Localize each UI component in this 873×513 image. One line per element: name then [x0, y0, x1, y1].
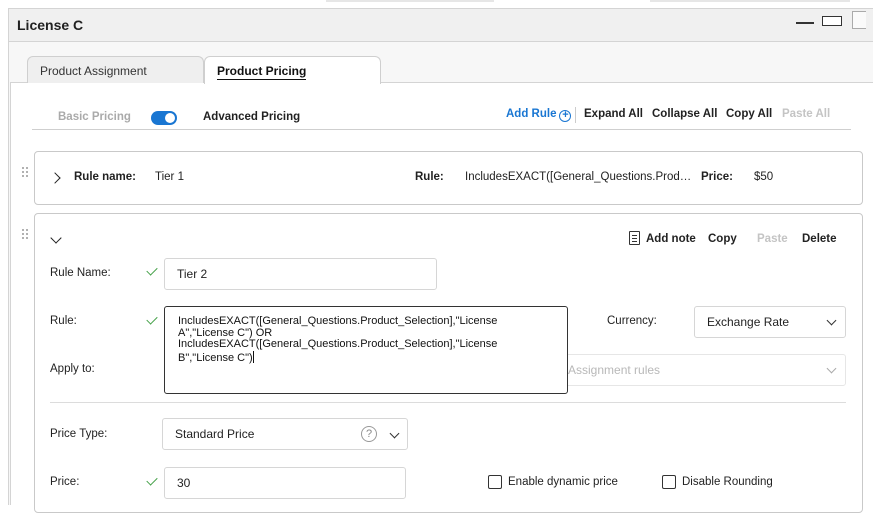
currency-select-value: Exchange Rate	[707, 315, 790, 329]
rule-label: Rule:	[50, 315, 77, 327]
expand-all-button[interactable]: Expand All	[584, 108, 643, 120]
price-label: Price:	[50, 476, 80, 488]
pricing-mode-toggle[interactable]	[151, 111, 177, 125]
maximize-icon[interactable]	[822, 16, 842, 26]
text-caret	[252, 350, 254, 363]
rule-name-value: Tier 1	[155, 171, 184, 183]
toolbar-separator	[575, 107, 576, 123]
apply-to-select[interactable]: Assignment rules	[552, 354, 846, 386]
add-circle-icon: +	[559, 110, 572, 122]
rule-name-input[interactable]: Tier 2	[164, 258, 437, 290]
copy-all-button[interactable]: Copy All	[726, 108, 772, 120]
paste-all-button[interactable]: Paste All	[782, 108, 830, 120]
tab-product-assignment[interactable]: Product Assignment	[27, 56, 204, 83]
drag-handle-icon[interactable]	[22, 229, 30, 241]
rule-name-label: Rule name:	[74, 171, 136, 183]
toggle-knob	[165, 113, 175, 123]
background-fragment	[326, 0, 494, 2]
disable-rounding-checkbox[interactable]	[662, 475, 676, 489]
section-divider	[50, 402, 846, 403]
advanced-pricing-label[interactable]: Advanced Pricing	[203, 111, 300, 123]
price-label: Price:	[701, 171, 733, 183]
currency-label: Currency:	[607, 315, 657, 327]
disable-rounding-label[interactable]: Disable Rounding	[682, 476, 773, 488]
tab-label: Product Pricing	[217, 64, 307, 80]
note-icon[interactable]	[629, 231, 640, 245]
rule-label: Rule:	[415, 171, 444, 183]
rule-expression-text: IncludesEXACT([General_Questions.Product…	[178, 315, 498, 364]
tab-label: Product Assignment	[40, 64, 147, 78]
add-rule-label: Add Rule	[506, 108, 557, 120]
delete-button[interactable]: Delete	[802, 233, 837, 245]
background-fragment	[650, 0, 850, 2]
enable-dynamic-price-checkbox[interactable]	[488, 475, 502, 489]
price-type-label: Price Type:	[50, 428, 108, 440]
rule-expression-textarea[interactable]: IncludesEXACT([General_Questions.Product…	[164, 306, 568, 394]
rule-name-input-value: Tier 2	[177, 267, 208, 281]
collapse-all-button[interactable]: Collapse All	[652, 108, 717, 120]
add-rule-button[interactable]: Add Rule +	[506, 108, 572, 122]
apply-to-label: Apply to:	[50, 363, 95, 375]
price-value: $50	[754, 171, 774, 183]
apply-to-placeholder: Assignment rules	[568, 363, 661, 377]
price-input[interactable]: 30	[164, 467, 406, 499]
rule-value: IncludesEXACT([General_Questions.Prod…	[465, 171, 692, 183]
currency-select[interactable]: Exchange Rate	[694, 306, 846, 338]
window-header: License C	[8, 8, 873, 42]
enable-dynamic-price-label[interactable]: Enable dynamic price	[508, 476, 618, 488]
window-title: License C	[17, 17, 84, 33]
help-icon[interactable]: ?	[361, 426, 377, 442]
price-type-value: Standard Price	[175, 427, 255, 441]
copy-button[interactable]: Copy	[708, 233, 737, 245]
price-input-value: 30	[177, 476, 191, 490]
drag-handle-icon[interactable]	[22, 167, 30, 179]
paste-button[interactable]: Paste	[757, 233, 788, 245]
add-note-button[interactable]: Add note	[646, 233, 696, 245]
rule-name-label: Rule Name:	[50, 267, 111, 279]
toolbar-divider	[32, 129, 851, 130]
minimize-icon[interactable]	[796, 22, 814, 24]
tab-product-pricing[interactable]: Product Pricing	[204, 56, 381, 84]
basic-pricing-label[interactable]: Basic Pricing	[58, 111, 131, 123]
window-control-edge[interactable]	[852, 11, 866, 29]
